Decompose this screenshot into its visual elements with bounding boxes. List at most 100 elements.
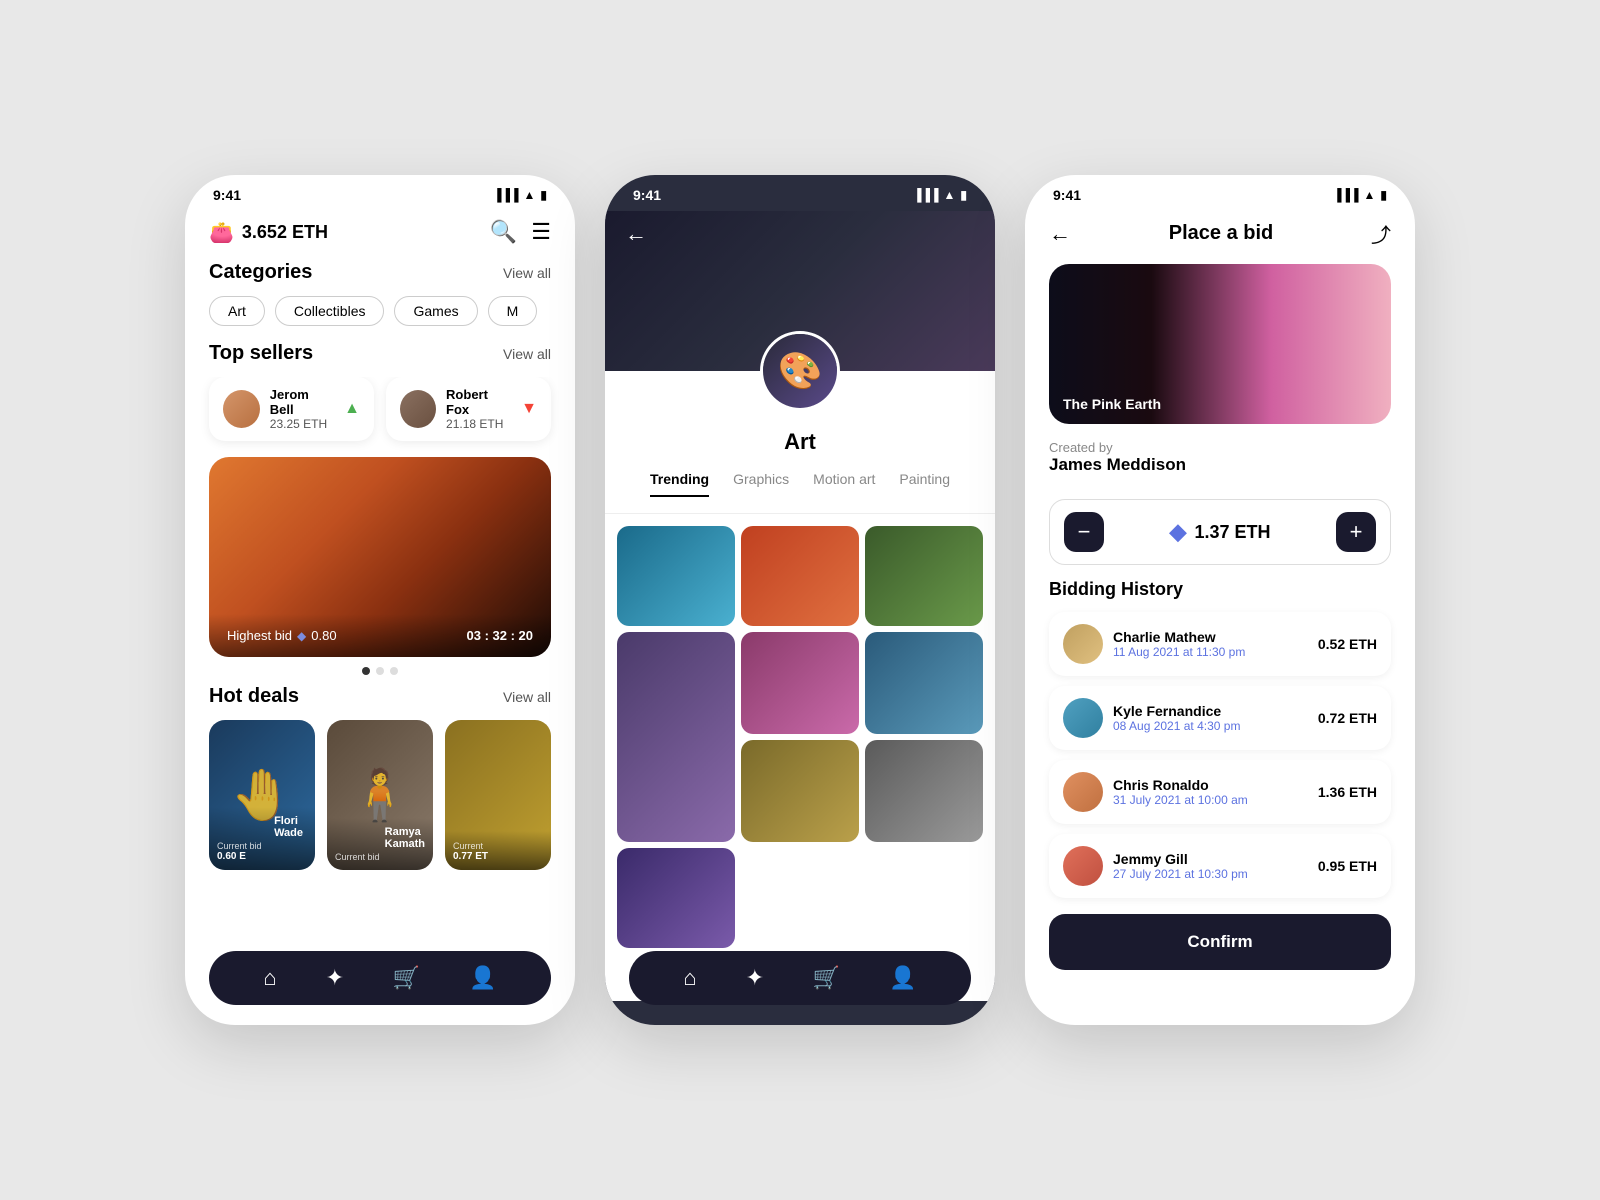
phone-1: 9:41 ▐▐▐ ▲ ▮ 👛 3.652 ETH 🔍 ☰ Categories …: [185, 175, 575, 1025]
bid-date-2: 08 Aug 2021 at 4:30 pm: [1113, 719, 1240, 733]
bid-date-4: 27 July 2021 at 10:30 pm: [1113, 867, 1248, 881]
bid-user-3: Chris Ronaldo 31 July 2021 at 10:00 am: [1063, 772, 1248, 812]
sellers-row: Jerom Bell 23.25 ETH ▲ Robert Fox 21.18 …: [185, 377, 575, 457]
seller-info-2: Robert Fox 21.18 ETH: [446, 387, 511, 431]
artwork-hero: The Pink Earth: [1049, 264, 1391, 424]
seller-card-2[interactable]: Robert Fox 21.18 ETH ▼: [386, 377, 551, 441]
nav-cart-2[interactable]: 🛒: [813, 965, 840, 991]
tab-motion-art[interactable]: Motion art: [813, 471, 875, 497]
nav-cart-1[interactable]: 🛒: [393, 965, 420, 991]
deal-bid-3: Current 0.77 ET: [453, 841, 543, 862]
deal-card-3[interactable]: Current 0.77 ET: [445, 720, 551, 870]
bid-avatar-4: [1063, 846, 1103, 886]
back-button-2[interactable]: ←: [625, 221, 647, 247]
time-1: 9:41: [213, 187, 241, 203]
bid-user-info-1: Charlie Mathew 11 Aug 2021 at 11:30 pm: [1113, 629, 1245, 659]
header-icons: 🔍 ☰: [490, 219, 551, 245]
deal-overlay-3: Current 0.77 ET: [445, 831, 551, 870]
bottom-nav-1: ⌂ ✦ 🛒 👤: [209, 951, 551, 1005]
dot-3: [390, 667, 398, 675]
grid-item-8[interactable]: [865, 740, 983, 842]
bid-user-info-4: Jemmy Gill 27 July 2021 at 10:30 pm: [1113, 851, 1248, 881]
menu-icon[interactable]: ☰: [531, 219, 551, 245]
bid-name-2: Kyle Fernandice: [1113, 703, 1240, 719]
wifi-icon-3: ▲: [1364, 188, 1376, 202]
featured-image[interactable]: Highest bid ◆ 0.80 03 : 32 : 20: [209, 457, 551, 657]
p2-tabs: Trending Graphics Motion art Painting: [605, 471, 995, 514]
eth-icon-small: ◆: [297, 629, 306, 643]
wifi-icon-2: ▲: [944, 188, 956, 202]
grid-item-2[interactable]: [741, 526, 859, 626]
deal-bid-2: Current bid: [335, 852, 425, 862]
bid-name-4: Jemmy Gill: [1113, 851, 1248, 867]
category-more[interactable]: M: [488, 296, 538, 326]
grid-item-3[interactable]: [865, 526, 983, 626]
bid-label: Highest bid ◆ 0.80: [227, 628, 337, 643]
deal-name-2: Ramya Kamath: [335, 826, 425, 850]
bid-name-3: Chris Ronaldo: [1113, 777, 1248, 793]
seller-name-2: Robert Fox: [446, 387, 511, 417]
hot-deals-title: Hot deals: [209, 685, 299, 708]
tab-graphics[interactable]: Graphics: [733, 471, 789, 497]
grid-item-4[interactable]: [617, 632, 735, 842]
grid-item-1[interactable]: [617, 526, 735, 626]
dot-2: [376, 667, 384, 675]
trend-down-icon: ▼: [521, 400, 537, 418]
bid-user-info-3: Chris Ronaldo 31 July 2021 at 10:00 am: [1113, 777, 1248, 807]
nav-home-1[interactable]: ⌂: [263, 965, 276, 991]
bidding-history-title: Bidding History: [1025, 579, 1415, 612]
deal-card-2[interactable]: 🧍 Ramya Kamath Current bid: [327, 720, 433, 870]
search-icon[interactable]: 🔍: [490, 219, 517, 245]
creator-info: Created by James Meddison: [1025, 424, 1415, 485]
wallet-info: 👛 3.652 ETH: [209, 220, 328, 245]
carousel-dots: [185, 657, 575, 685]
seller-name-1: Jerom Bell: [270, 387, 334, 417]
category-art[interactable]: Art: [209, 296, 265, 326]
category-games[interactable]: Games: [394, 296, 477, 326]
seller-card-1[interactable]: Jerom Bell 23.25 ETH ▲: [209, 377, 374, 441]
bid-amount-4: 0.95 ETH: [1318, 858, 1377, 874]
bid-user-2: Kyle Fernandice 08 Aug 2021 at 4:30 pm: [1063, 698, 1240, 738]
hot-deals-view-all[interactable]: View all: [503, 689, 551, 705]
trend-up-icon: ▲: [344, 400, 360, 418]
bid-amount-2: 0.72 ETH: [1318, 710, 1377, 726]
wifi-icon: ▲: [524, 188, 536, 202]
bid-amount-1: 0.52 ETH: [1318, 636, 1377, 652]
bid-date-3: 31 July 2021 at 10:00 am: [1113, 793, 1248, 807]
art-grid: [605, 514, 995, 960]
confirm-button[interactable]: Confirm: [1049, 914, 1391, 970]
back-button-3[interactable]: ←: [1049, 221, 1071, 247]
bid-amount: 1.37 ETH: [1194, 522, 1270, 543]
tab-trending[interactable]: Trending: [650, 471, 709, 497]
art-header: ← 🎨: [605, 211, 995, 371]
bid-user-info-2: Kyle Fernandice 08 Aug 2021 at 4:30 pm: [1113, 703, 1240, 733]
categories-view-all[interactable]: View all: [503, 265, 551, 281]
nav-profile-1[interactable]: 👤: [469, 965, 496, 991]
deal-card-1[interactable]: 🤚 Flori Wade Current bid 0.60 E: [209, 720, 315, 870]
grid-item-5[interactable]: [741, 632, 859, 734]
nav-explore-1[interactable]: ✦: [326, 965, 344, 991]
categories-title: Categories: [209, 261, 312, 284]
bid-overlay: Highest bid ◆ 0.80 03 : 32 : 20: [209, 614, 551, 657]
hot-deals-header: Hot deals View all: [185, 685, 575, 720]
tab-painting[interactable]: Painting: [899, 471, 950, 497]
bid-minus-button[interactable]: −: [1064, 512, 1104, 552]
category-collectibles[interactable]: Collectibles: [275, 296, 385, 326]
grid-item-9[interactable]: [617, 848, 735, 948]
deal-bid-1: Current bid 0.60 E: [217, 841, 307, 862]
p3-header: ← Place a bid ⤴: [1025, 211, 1415, 264]
bid-item-2: Kyle Fernandice 08 Aug 2021 at 4:30 pm 0…: [1049, 686, 1391, 750]
bid-plus-button[interactable]: +: [1336, 512, 1376, 552]
nav-home-2[interactable]: ⌂: [683, 965, 696, 991]
bid-item-4: Jemmy Gill 27 July 2021 at 10:30 pm 0.95…: [1049, 834, 1391, 898]
art-category-title: Art: [605, 421, 995, 471]
created-by-label: Created by: [1049, 440, 1391, 455]
nav-explore-2[interactable]: ✦: [746, 965, 764, 991]
status-icons-3: ▐▐▐ ▲ ▮: [1333, 188, 1387, 202]
grid-item-7[interactable]: [741, 740, 859, 842]
grid-item-6[interactable]: [865, 632, 983, 734]
share-icon[interactable]: ⤴: [1371, 219, 1391, 248]
bid-avatar-3: [1063, 772, 1103, 812]
nav-profile-2[interactable]: 👤: [889, 965, 916, 991]
top-sellers-view-all[interactable]: View all: [503, 346, 551, 362]
